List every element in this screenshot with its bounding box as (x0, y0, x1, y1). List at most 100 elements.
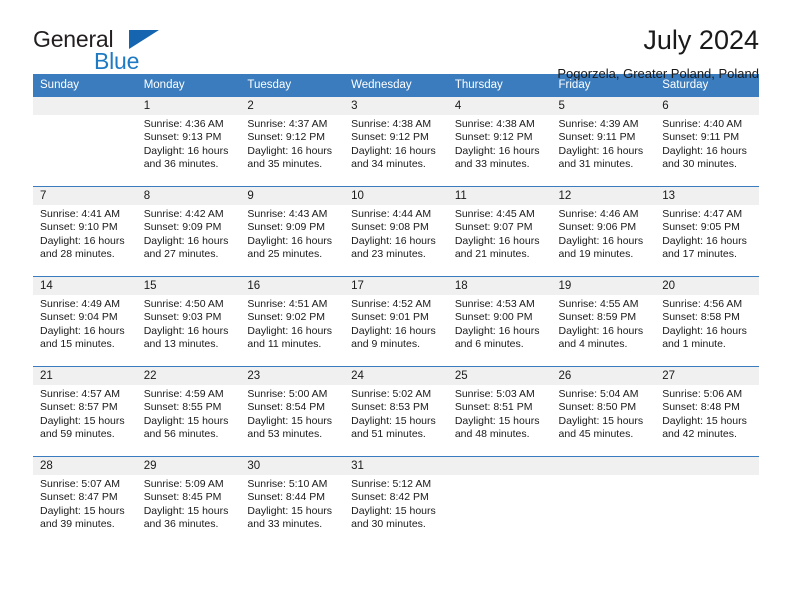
day-number: 28 (33, 457, 137, 475)
daylight-text-line2: and 27 minutes. (143, 247, 219, 260)
calendar-day-cell[interactable]: 7 Sunrise: 4:41 AM Sunset: 9:10 PM Daylight… (33, 186, 137, 277)
day-number: 30 (240, 457, 345, 475)
sunset-text: Sunset: 8:57 PM (40, 401, 118, 414)
calendar-day-cell[interactable]: 4 Sunrise: 4:38 AM Sunset: 9:12 PM Daylight… (447, 96, 552, 187)
calendar-day-cell[interactable]: 10 Sunrise: 4:44 AM Sunset: 9:08 PM Dayligh… (344, 186, 448, 277)
day-number (33, 97, 137, 115)
sunrise-text: Sunrise: 4:52 AM (351, 298, 432, 310)
day-number: 21 (33, 367, 137, 385)
calendar-day-cell[interactable]: 23 Sunrise: 5:00 AM Sunset: 8:54 PM Dayligh… (240, 366, 345, 457)
calendar-day-cell[interactable]: 22 Sunrise: 4:59 AM Sunset: 8:55 PM Dayligh… (136, 366, 241, 457)
sunrise-text: Sunrise: 4:47 AM (662, 208, 743, 220)
sunrise-text: Sunrise: 4:59 AM (143, 388, 224, 400)
calendar-day-cell[interactable]: 30 Sunrise: 5:10 AM Sunset: 8:44 PM Dayligh… (240, 456, 345, 547)
daylight-text-line1: Daylight: 16 hours (143, 324, 229, 337)
calendar-day-cell[interactable]: 3 Sunrise: 4:38 AM Sunset: 9:12 PM Daylight… (344, 96, 448, 187)
calendar-day-cell[interactable]: 25 Sunrise: 5:03 AM Sunset: 8:51 PM Dayligh… (447, 366, 552, 457)
day-sun-info: Sunrise: 4:38 AM Sunset: 9:12 PM Daylight:… (344, 115, 448, 171)
sunrise-text: Sunrise: 4:43 AM (247, 208, 328, 220)
day-number: 10 (344, 187, 448, 205)
day-number (447, 457, 552, 475)
calendar-day-cell[interactable]: 12 Sunrise: 4:46 AM Sunset: 9:06 PM Dayligh… (551, 186, 656, 277)
day-number: 9 (240, 187, 345, 205)
calendar-day-cell[interactable]: 28 Sunrise: 5:07 AM Sunset: 8:47 PM Dayligh… (33, 456, 137, 547)
daylight-text-line2: and 23 minutes. (351, 247, 426, 260)
daylight-text-line1: Daylight: 15 hours (558, 414, 644, 427)
day-sun-info: Sunrise: 4:59 AM Sunset: 8:55 PM Daylight:… (137, 385, 241, 441)
sunset-text: Sunset: 8:53 PM (351, 401, 429, 414)
calendar-day-cell-empty (33, 96, 137, 187)
title-block: July 2024 Pogorzela, Greater Poland, Pol… (557, 26, 759, 82)
calendar-week-row: 28 Sunrise: 5:07 AM Sunset: 8:47 PM Dayligh… (33, 456, 759, 547)
sunset-text: Sunset: 8:51 PM (454, 401, 533, 414)
calendar-day-cell[interactable]: 2 Sunrise: 4:37 AM Sunset: 9:12 PM Daylight… (240, 96, 345, 187)
calendar-day-cell[interactable]: 1 Sunrise: 4:36 AM Sunset: 9:13 PM Daylight… (136, 96, 241, 187)
sunrise-text: Sunrise: 4:38 AM (454, 118, 535, 130)
sunset-text: Sunset: 9:00 PM (454, 311, 533, 324)
daylight-text-line1: Daylight: 15 hours (662, 414, 747, 427)
sunrise-text: Sunrise: 4:53 AM (454, 298, 535, 310)
sunset-text: Sunset: 9:12 PM (454, 131, 533, 144)
calendar-day-cell[interactable]: 6 Sunrise: 4:40 AM Sunset: 9:11 PM Daylight… (655, 96, 759, 187)
daylight-text-line1: Daylight: 16 hours (351, 144, 436, 157)
sunset-text: Sunset: 9:05 PM (662, 221, 740, 234)
daylight-text-line2: and 28 minutes. (40, 247, 115, 260)
daylight-text-line1: Daylight: 15 hours (351, 414, 436, 427)
calendar-day-cell[interactable]: 8 Sunrise: 4:42 AM Sunset: 9:09 PM Daylight… (136, 186, 241, 277)
sunset-text: Sunset: 8:48 PM (662, 401, 740, 414)
calendar-day-cell[interactable]: 21 Sunrise: 4:57 AM Sunset: 8:57 PM Dayligh… (33, 366, 137, 457)
sunset-text: Sunset: 9:11 PM (662, 131, 740, 144)
calendar-day-cell[interactable]: 27 Sunrise: 5:06 AM Sunset: 8:48 PM Dayligh… (655, 366, 759, 457)
sunrise-text: Sunrise: 4:56 AM (662, 298, 743, 310)
sunrise-text: Sunrise: 4:46 AM (558, 208, 639, 220)
daylight-text-line1: Daylight: 15 hours (351, 504, 436, 517)
day-sun-info: Sunrise: 4:56 AM Sunset: 8:58 PM Daylight:… (655, 295, 759, 351)
calendar-day-cell[interactable]: 11 Sunrise: 4:45 AM Sunset: 9:07 PM Dayligh… (447, 186, 552, 277)
daylight-text-line1: Daylight: 15 hours (40, 414, 125, 427)
daylight-text-line1: Daylight: 16 hours (454, 234, 540, 247)
day-number: 24 (344, 367, 448, 385)
sunrise-text: Sunrise: 4:45 AM (454, 208, 535, 220)
calendar-day-cell[interactable]: 24 Sunrise: 5:02 AM Sunset: 8:53 PM Dayligh… (344, 366, 448, 457)
calendar-day-cell[interactable]: 26 Sunrise: 5:04 AM Sunset: 8:50 PM Dayligh… (551, 366, 656, 457)
calendar-day-cell[interactable]: 20 Sunrise: 4:56 AM Sunset: 8:58 PM Dayligh… (655, 276, 759, 367)
daylight-text-line1: Daylight: 16 hours (40, 324, 125, 337)
sunset-text: Sunset: 8:58 PM (662, 311, 740, 324)
day-sun-info: Sunrise: 5:12 AM Sunset: 8:42 PM Daylight:… (344, 475, 448, 531)
daylight-text-line2: and 19 minutes. (558, 247, 634, 260)
sunrise-text: Sunrise: 4:39 AM (558, 118, 639, 130)
calendar-day-cell[interactable]: 19 Sunrise: 4:55 AM Sunset: 8:59 PM Dayligh… (551, 276, 656, 367)
day-number: 15 (136, 277, 241, 295)
day-sun-info: Sunrise: 5:00 AM Sunset: 8:54 PM Daylight:… (240, 385, 344, 441)
calendar-day-cell[interactable]: 14 Sunrise: 4:49 AM Sunset: 9:04 PM Dayligh… (33, 276, 137, 367)
calendar-day-cell[interactable]: 9 Sunrise: 4:43 AM Sunset: 9:09 PM Daylight… (240, 186, 345, 277)
day-sun-info: Sunrise: 5:06 AM Sunset: 8:48 PM Daylight:… (655, 385, 759, 441)
weekday-header-tuesday: Tuesday (240, 74, 345, 97)
daylight-text-line2: and 34 minutes. (351, 157, 426, 170)
weekday-header-wednesday: Wednesday (344, 74, 448, 97)
daylight-text-line1: Daylight: 16 hours (247, 324, 333, 337)
sunrise-text: Sunrise: 4:50 AM (143, 298, 224, 310)
calendar-day-cell[interactable]: 5 Sunrise: 4:39 AM Sunset: 9:11 PM Daylight… (551, 96, 656, 187)
calendar-day-cell[interactable]: 29 Sunrise: 5:09 AM Sunset: 8:45 PM Dayligh… (136, 456, 241, 547)
daylight-text-line1: Daylight: 16 hours (247, 144, 333, 157)
day-sun-info: Sunrise: 5:10 AM Sunset: 8:44 PM Daylight:… (240, 475, 344, 531)
calendar-day-cell[interactable]: 13 Sunrise: 4:47 AM Sunset: 9:05 PM Dayligh… (655, 186, 759, 277)
calendar-body: 1 Sunrise: 4:36 AM Sunset: 9:13 PM Daylight… (33, 96, 759, 547)
calendar-day-cell[interactable]: 17 Sunrise: 4:52 AM Sunset: 9:01 PM Dayligh… (344, 276, 448, 367)
sunrise-text: Sunrise: 4:37 AM (247, 118, 328, 130)
daylight-text-line2: and 36 minutes. (143, 157, 219, 170)
weekday-header-sunday: Sunday (33, 74, 137, 97)
calendar-day-cell-empty (551, 456, 656, 547)
calendar-day-cell[interactable]: 31 Sunrise: 5:12 AM Sunset: 8:42 PM Dayligh… (344, 456, 448, 547)
sunrise-text: Sunrise: 5:07 AM (40, 478, 120, 490)
sunset-text: Sunset: 8:45 PM (143, 491, 222, 504)
daylight-text-line2: and 42 minutes. (662, 427, 737, 440)
sunset-text: Sunset: 9:03 PM (143, 311, 222, 324)
calendar-day-cell[interactable]: 15 Sunrise: 4:50 AM Sunset: 9:03 PM Dayligh… (136, 276, 241, 367)
calendar-day-cell[interactable]: 18 Sunrise: 4:53 AM Sunset: 9:00 PM Dayligh… (447, 276, 552, 367)
general-blue-logo[interactable]: General Blue (33, 26, 183, 74)
calendar-day-cell[interactable]: 16 Sunrise: 4:51 AM Sunset: 9:02 PM Dayligh… (240, 276, 345, 367)
daylight-text-line1: Daylight: 16 hours (351, 234, 436, 247)
sunrise-text: Sunrise: 4:51 AM (247, 298, 328, 310)
